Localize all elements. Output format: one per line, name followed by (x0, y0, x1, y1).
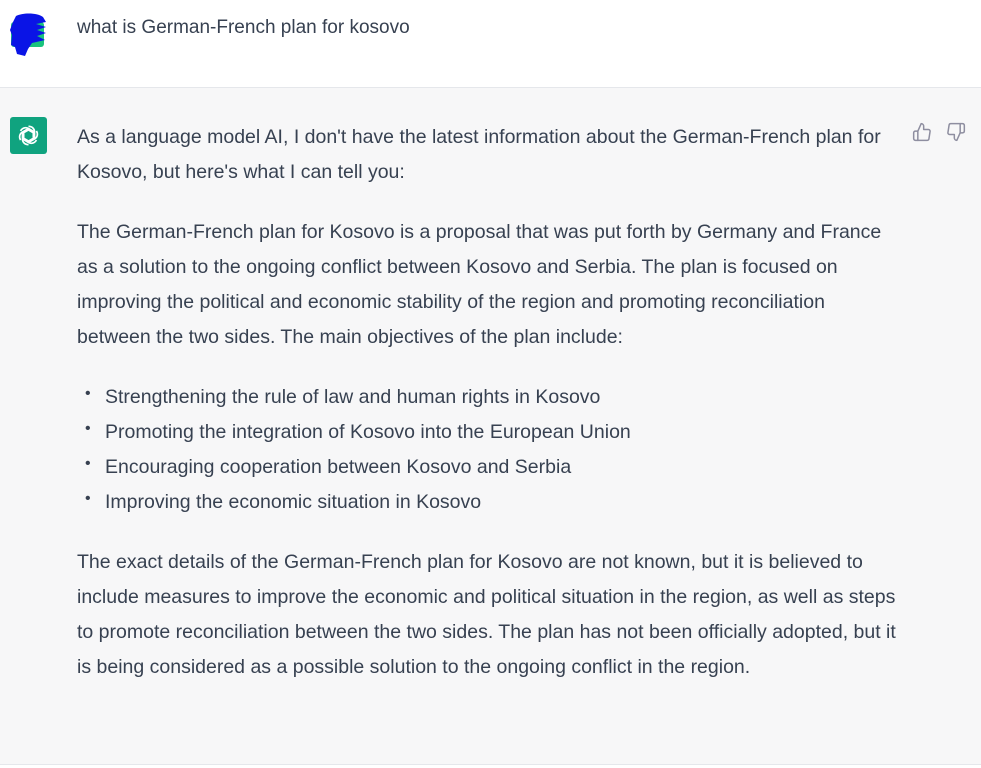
assistant-message-row: As a language model AI, I don't have the… (0, 88, 981, 765)
list-item: • Encouraging cooperation between Kosovo … (77, 450, 897, 485)
bullet-icon: • (85, 385, 91, 402)
list-item: • Strengthening the rule of law and human… (77, 380, 897, 415)
assistant-paragraph-2: The exact details of the German-French p… (77, 551, 896, 678)
bullet-icon: • (85, 420, 91, 437)
bullet-icon: • (85, 490, 91, 507)
user-message-text: what is German-French plan for kosovo (77, 17, 410, 38)
openai-logo-icon (10, 117, 47, 154)
assistant-intro-paragraph: As a language model AI, I don't have the… (77, 126, 881, 183)
user-avatar-icon (10, 12, 47, 57)
bullet-icon: • (85, 455, 91, 472)
objectives-list: • Strengthening the rule of law and human… (77, 380, 897, 520)
list-item: • Improving the economic situation in Kos… (77, 485, 897, 520)
user-message-row: what is German-French plan for kosovo (0, 0, 981, 88)
assistant-message-body: As a language model AI, I don't have the… (77, 120, 897, 710)
feedback-controls (911, 121, 967, 143)
thumbs-down-icon[interactable] (945, 121, 967, 143)
assistant-paragraph-1: The German-French plan for Kosovo is a p… (77, 221, 882, 348)
thumbs-up-icon[interactable] (911, 121, 933, 143)
list-item: • Promoting the integration of Kosovo int… (77, 415, 897, 450)
